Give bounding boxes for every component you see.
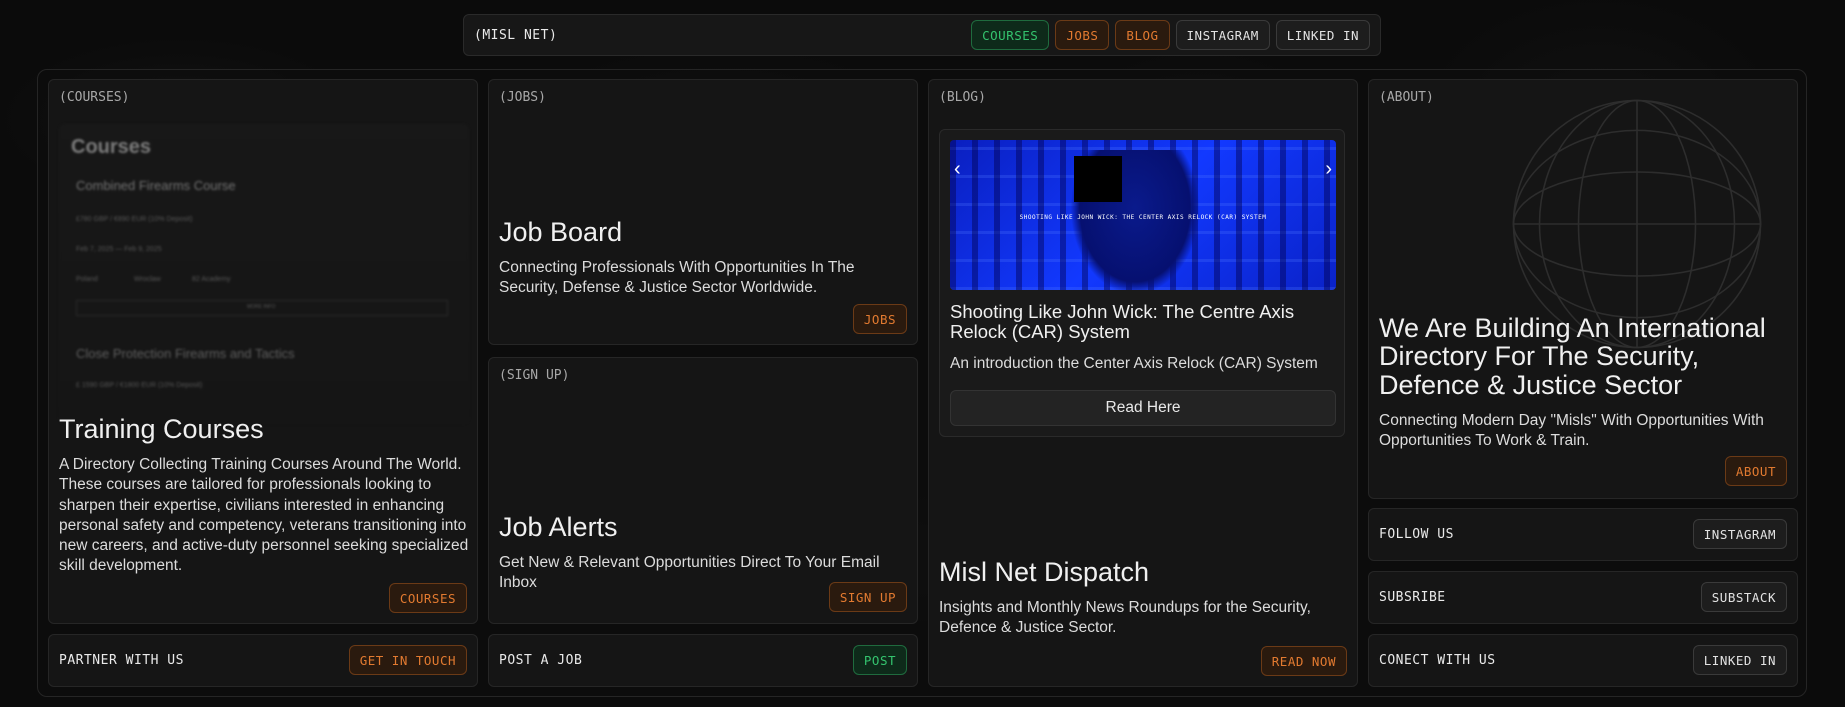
follow-label: FOLLOW US: [1379, 527, 1454, 542]
substack-button[interactable]: SUBSTACK: [1700, 582, 1787, 612]
blog-post-description: An introduction the Center Axis Relock (…: [950, 355, 1318, 372]
preview-course-1-provider: 82 Academy: [192, 276, 231, 283]
blog-card: (BLOG) SHOOTING LIKE JOHN WICK: THE CENT…: [928, 79, 1358, 687]
prev-arrow-icon[interactable]: ‹: [954, 158, 961, 181]
dispatch-description: Insights and Monthly News Roundups for t…: [939, 599, 1311, 637]
about-card: (ABOUT) We Are Building An International…: [1368, 79, 1798, 499]
nav-jobs-button[interactable]: JOBS: [1055, 20, 1110, 50]
jobs-button[interactable]: JOBS: [852, 304, 907, 334]
subscribe-strip: SUBSRIBE SUBSTACK: [1368, 571, 1798, 624]
top-nav: (MISL NET) COURSES JOBS BLOG INSTAGRAM L…: [463, 14, 1381, 56]
jobs-title: Job Board: [499, 217, 623, 247]
about-title: We Are Building An International Directo…: [1379, 313, 1766, 400]
about-description: Connecting Modern Day "Misls" With Oppor…: [1379, 412, 1764, 450]
courses-button[interactable]: COURSES: [388, 583, 467, 613]
about-body: We Are Building An International Directo…: [1379, 314, 1789, 451]
courses-preview: Courses Combined Firearms Course £780 GB…: [59, 124, 469, 424]
signup-button[interactable]: SIGN UP: [828, 582, 907, 612]
jobs-body: Job Board Connecting Professionals With …: [499, 218, 909, 299]
nav-buttons: COURSES JOBS BLOG INSTAGRAM LINKED IN: [971, 20, 1370, 50]
courses-title: Training Courses: [59, 414, 264, 444]
dispatch-title: Misl Net Dispatch: [939, 557, 1150, 587]
read-now-button[interactable]: READ NOW: [1260, 646, 1347, 676]
nav-instagram-button[interactable]: INSTAGRAM: [1175, 20, 1270, 50]
jobs-card: (JOBS) Job Board Connecting Professional…: [488, 79, 918, 345]
courses-tag: (COURSES): [59, 90, 130, 105]
about-button[interactable]: ABOUT: [1724, 456, 1787, 486]
preview-course-1: Combined Firearms Course: [76, 178, 236, 193]
nav-courses-button[interactable]: COURSES: [971, 20, 1050, 50]
post-button[interactable]: POST: [852, 645, 907, 675]
partner-label: PARTNER WITH US: [59, 653, 184, 668]
signup-title: Job Alerts: [499, 512, 618, 542]
get-in-touch-button[interactable]: GET IN TOUCH: [348, 645, 467, 675]
preview-heading: Courses: [71, 136, 152, 158]
preview-course-1-price: £780 GBP / €890 EUR (10% Deposit): [76, 216, 193, 223]
post-job-strip: POST A JOB POST: [488, 634, 918, 687]
connect-label: CONECT WITH US: [1379, 653, 1496, 668]
about-tag: (ABOUT): [1379, 90, 1434, 105]
image-caption: SHOOTING LIKE JOHN WICK: THE CENTER AXIS…: [1019, 214, 1267, 221]
blog-image: SHOOTING LIKE JOHN WICK: THE CENTER AXIS…: [950, 140, 1336, 290]
blog-tag: (BLOG): [939, 90, 986, 105]
signup-tag: (SIGN UP): [499, 368, 570, 383]
jobs-description: Connecting Professionals With Opportunit…: [499, 259, 855, 297]
instagram-button[interactable]: INSTAGRAM: [1692, 519, 1787, 549]
nav-linkedin-button[interactable]: LINKED IN: [1275, 20, 1370, 50]
connect-strip: CONECT WITH US LINKED IN: [1368, 634, 1798, 687]
preview-course-1-dates: Feb 7, 2025 — Feb 9, 2025: [76, 246, 162, 253]
courses-body: Training Courses A Directory Collecting …: [59, 415, 469, 576]
signup-card: (SIGN UP) Job Alerts Get New & Relevant …: [488, 357, 918, 624]
preview-course-1-country: Poland: [76, 276, 98, 283]
brand-logo[interactable]: (MISL NET): [474, 28, 557, 43]
nav-blog-button[interactable]: BLOG: [1115, 20, 1170, 50]
post-job-label: POST A JOB: [499, 653, 583, 668]
partner-strip: PARTNER WITH US GET IN TOUCH: [48, 634, 478, 687]
preview-course-2: Close Protection Firearms and Tactics: [76, 346, 295, 361]
main-frame: (COURSES) Courses Combined Firearms Cour…: [37, 69, 1807, 697]
preview-course-1-city: Wroclaw: [134, 276, 161, 283]
linkedin-button[interactable]: LINKED IN: [1692, 645, 1787, 675]
follow-strip: FOLLOW US INSTAGRAM: [1368, 508, 1798, 561]
jobs-tag: (JOBS): [499, 90, 546, 105]
next-arrow-icon[interactable]: ›: [1325, 158, 1332, 181]
blog-post-card[interactable]: SHOOTING LIKE JOHN WICK: THE CENTER AXIS…: [939, 129, 1345, 437]
read-here-button[interactable]: Read Here: [950, 390, 1336, 426]
image-redaction: [1074, 156, 1122, 202]
dispatch-body: Misl Net Dispatch Insights and Monthly N…: [939, 558, 1345, 639]
courses-card: (COURSES) Courses Combined Firearms Cour…: [48, 79, 478, 624]
preview-course-2-price: £ 1590 GBP / €1800 EUR (10% Deposit): [76, 382, 203, 389]
preview-more-label: MORE INFO: [247, 304, 276, 310]
courses-description: A Directory Collecting Training Courses …: [59, 456, 469, 575]
preview-more-box: MORE INFO: [76, 300, 448, 316]
subscribe-label: SUBSRIBE: [1379, 590, 1446, 605]
blog-post-title[interactable]: Shooting Like John Wick: The Centre Axis…: [950, 302, 1336, 342]
